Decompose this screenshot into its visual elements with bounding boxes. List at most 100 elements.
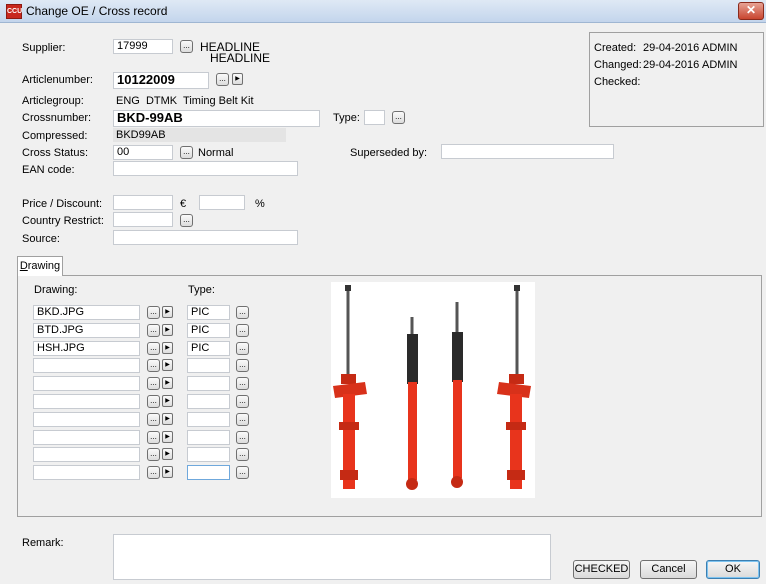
drawing-type-lookup-button[interactable]: ...: [236, 430, 249, 444]
supplier-input[interactable]: 17999: [113, 39, 173, 54]
drawing-type-lookup-button[interactable]: ...: [236, 323, 249, 337]
country-restrict-label: Country Restrict:: [22, 215, 104, 227]
articlenumber-goto-button[interactable]: ▶: [232, 73, 243, 85]
checked-label: Checked:: [594, 76, 641, 88]
articlenumber-label: Articlenumber:: [22, 74, 93, 86]
drawing-file-input[interactable]: [33, 358, 140, 374]
articlenumber-lookup-button[interactable]: ...: [216, 73, 229, 86]
created-label: Created:: [594, 42, 637, 54]
drawing-file-lookup-button[interactable]: ...: [147, 306, 160, 319]
drawing-file-input[interactable]: BKD.JPG: [33, 305, 140, 320]
drawing-file-lookup-button[interactable]: ...: [147, 466, 160, 480]
product-image: [331, 282, 535, 498]
close-icon[interactable]: ✕: [738, 2, 764, 20]
drawing-type-input[interactable]: PIC: [187, 305, 230, 320]
drawing-file-open-button[interactable]: ▶: [162, 412, 173, 425]
supplier-lookup-button[interactable]: ...: [180, 40, 193, 53]
created-date: 29-04-2016: [643, 42, 700, 54]
drawing-file-lookup-button[interactable]: ...: [147, 341, 160, 355]
drawing-file-open-button[interactable]: ▶: [162, 395, 173, 407]
compressed-label: Compressed:: [22, 130, 88, 142]
drawing-file-open-button[interactable]: ▶: [162, 377, 173, 390]
drawing-type-input[interactable]: [187, 376, 230, 392]
tab-drawing-label: rawing: [27, 260, 61, 272]
created-user: ADMIN: [702, 42, 738, 54]
drawing-file-lookup-button[interactable]: ...: [147, 412, 160, 426]
cross-status-lookup-button[interactable]: ...: [180, 146, 193, 159]
source-label: Source:: [22, 233, 60, 245]
country-restrict-lookup-button[interactable]: ...: [180, 214, 193, 227]
cancel-button[interactable]: Cancel: [640, 560, 697, 579]
drawing-type-input[interactable]: [187, 358, 230, 374]
shock-absorbers-illustration: [333, 285, 531, 490]
drawing-file-input[interactable]: HSH.JPG: [33, 340, 140, 356]
drawing-file-input[interactable]: [33, 411, 140, 427]
drawing-file-open-button[interactable]: ▶: [162, 341, 173, 354]
drawing-type-input[interactable]: [187, 465, 230, 481]
discount-input[interactable]: [199, 195, 245, 210]
drawing-type-input[interactable]: [187, 394, 230, 409]
type-lookup-button[interactable]: ...: [392, 111, 405, 124]
drawing-file-open-button[interactable]: ▶: [162, 430, 173, 443]
crossnumber-input[interactable]: BKD-99AB: [113, 110, 320, 127]
tab-drawing[interactable]: Drawing: [17, 256, 63, 276]
drawing-file-lookup-button[interactable]: ...: [147, 448, 160, 462]
currency-symbol: €: [180, 198, 187, 210]
strut-right: [497, 285, 531, 489]
drawing-file-input[interactable]: [33, 447, 140, 463]
crossnumber-label: Crossnumber:: [22, 112, 92, 124]
drawing-type-input[interactable]: [187, 429, 230, 445]
drawing-type-lookup-button[interactable]: ...: [236, 341, 249, 355]
drawing-file-open-button[interactable]: ▶: [162, 323, 173, 336]
drawing-file-input[interactable]: [33, 394, 140, 409]
drawing-file-input[interactable]: [33, 465, 140, 481]
drawing-type-lookup-button[interactable]: ...: [236, 377, 249, 391]
drawing-file-open-button[interactable]: ▶: [162, 466, 173, 479]
drawing-type-input[interactable]: [187, 411, 230, 427]
drawing-file-lookup-button[interactable]: ...: [147, 395, 160, 408]
articlenumber-input[interactable]: 10122009: [113, 72, 209, 89]
changed-label: Changed:: [594, 59, 642, 71]
superseded-by-label: Superseded by:: [350, 147, 428, 159]
drawing-type-input[interactable]: PIC: [187, 340, 230, 356]
supplier-label: Supplier:: [22, 42, 66, 54]
drawing-file-lookup-button[interactable]: ...: [147, 430, 160, 444]
drawing-file-open-button[interactable]: ▶: [162, 448, 173, 461]
articlegroup-label: Articlegroup:: [22, 95, 84, 107]
cross-status-text: Normal: [198, 147, 234, 159]
price-discount-label: Price / Discount:: [22, 198, 103, 210]
window-title: Change OE / Cross record: [26, 4, 168, 18]
type-input[interactable]: [364, 110, 385, 125]
source-input[interactable]: [113, 230, 298, 245]
shock-center-left: [406, 317, 418, 490]
drawing-type-lookup-button[interactable]: ...: [236, 395, 249, 408]
app-icon: CCU: [6, 4, 22, 19]
drawing-type-lookup-button[interactable]: ...: [236, 412, 249, 426]
remark-label: Remark:: [22, 537, 64, 549]
drawing-type-input[interactable]: PIC: [187, 322, 230, 338]
checked-button[interactable]: CHECKED: [573, 560, 630, 579]
drawing-file-lookup-button[interactable]: ...: [147, 377, 160, 391]
remark-textarea[interactable]: [113, 534, 551, 580]
shock-center-right: [451, 302, 463, 488]
drawing-file-lookup-button[interactable]: ...: [147, 323, 160, 337]
drawing-file-input[interactable]: BTD.JPG: [33, 322, 140, 338]
drawing-type-input[interactable]: [187, 447, 230, 463]
drawing-type-lookup-button[interactable]: ...: [236, 448, 249, 462]
drawing-type-lookup-button[interactable]: ...: [236, 359, 249, 373]
drawing-file-open-button[interactable]: ▶: [162, 306, 173, 318]
cross-status-input[interactable]: 00: [113, 145, 173, 160]
drawing-file-open-button[interactable]: ▶: [162, 359, 173, 372]
superseded-by-input[interactable]: [441, 144, 614, 159]
drawing-file-input[interactable]: [33, 376, 140, 392]
ean-code-input[interactable]: [113, 161, 298, 176]
tab-drawing-accesskey: D: [19, 260, 28, 272]
price-input[interactable]: [113, 195, 173, 210]
ok-button[interactable]: OK: [706, 560, 760, 579]
drawing-file-input[interactable]: [33, 429, 140, 445]
country-restrict-input[interactable]: [113, 212, 173, 227]
drawing-file-lookup-button[interactable]: ...: [147, 359, 160, 373]
changed-date: 29-04-2016: [643, 59, 700, 71]
drawing-type-lookup-button[interactable]: ...: [236, 466, 249, 480]
drawing-type-lookup-button[interactable]: ...: [236, 306, 249, 319]
